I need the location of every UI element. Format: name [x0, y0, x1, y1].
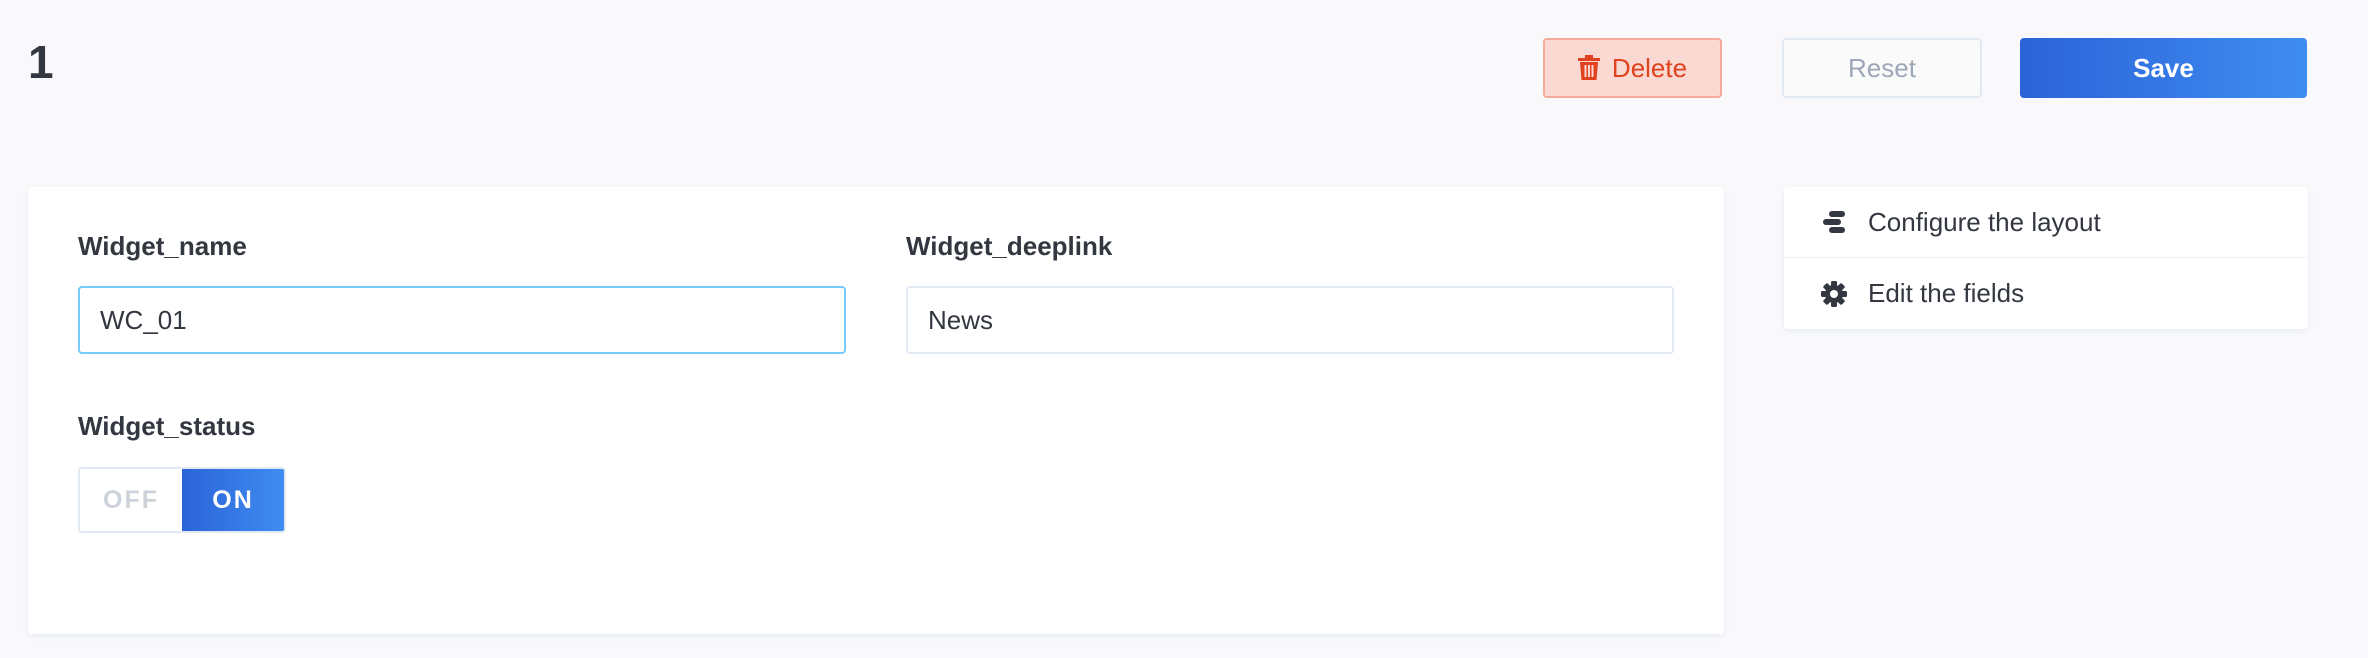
- configure-layout-label: Configure the layout: [1868, 206, 2101, 237]
- form-card: Widget_name Widget_deeplink Widget_statu…: [28, 187, 1724, 634]
- delete-label: Delete: [1611, 52, 1688, 83]
- delete-button[interactable]: Delete: [1543, 38, 1722, 98]
- page-title: 1: [28, 36, 54, 88]
- save-button[interactable]: Save: [2020, 38, 2307, 98]
- widget-status-toggle: OFF ON: [78, 467, 286, 533]
- configure-layout-link[interactable]: Configure the layout: [1784, 187, 2308, 258]
- gear-icon: [1821, 280, 1847, 307]
- layout-icon: [1823, 211, 1845, 233]
- toggle-off-option[interactable]: OFF: [80, 469, 182, 531]
- side-menu: Configure the layout Edit the fields: [1784, 187, 2308, 329]
- page: 1 Delete Reset Save Widget_name Widget_d…: [0, 0, 2368, 658]
- edit-fields-link[interactable]: Edit the fields: [1784, 258, 2308, 329]
- widget-status-label: Widget_status: [78, 411, 256, 441]
- widget-deeplink-label: Widget_deeplink: [906, 231, 1113, 261]
- edit-fields-label: Edit the fields: [1868, 278, 2025, 308]
- widget-deeplink-input[interactable]: [906, 286, 1674, 354]
- trash-icon: [1577, 55, 1600, 80]
- widget-name-input[interactable]: [78, 286, 846, 354]
- widget-name-label: Widget_name: [78, 231, 247, 261]
- reset-button[interactable]: Reset: [1782, 38, 1982, 98]
- toggle-on-option[interactable]: ON: [182, 469, 284, 531]
